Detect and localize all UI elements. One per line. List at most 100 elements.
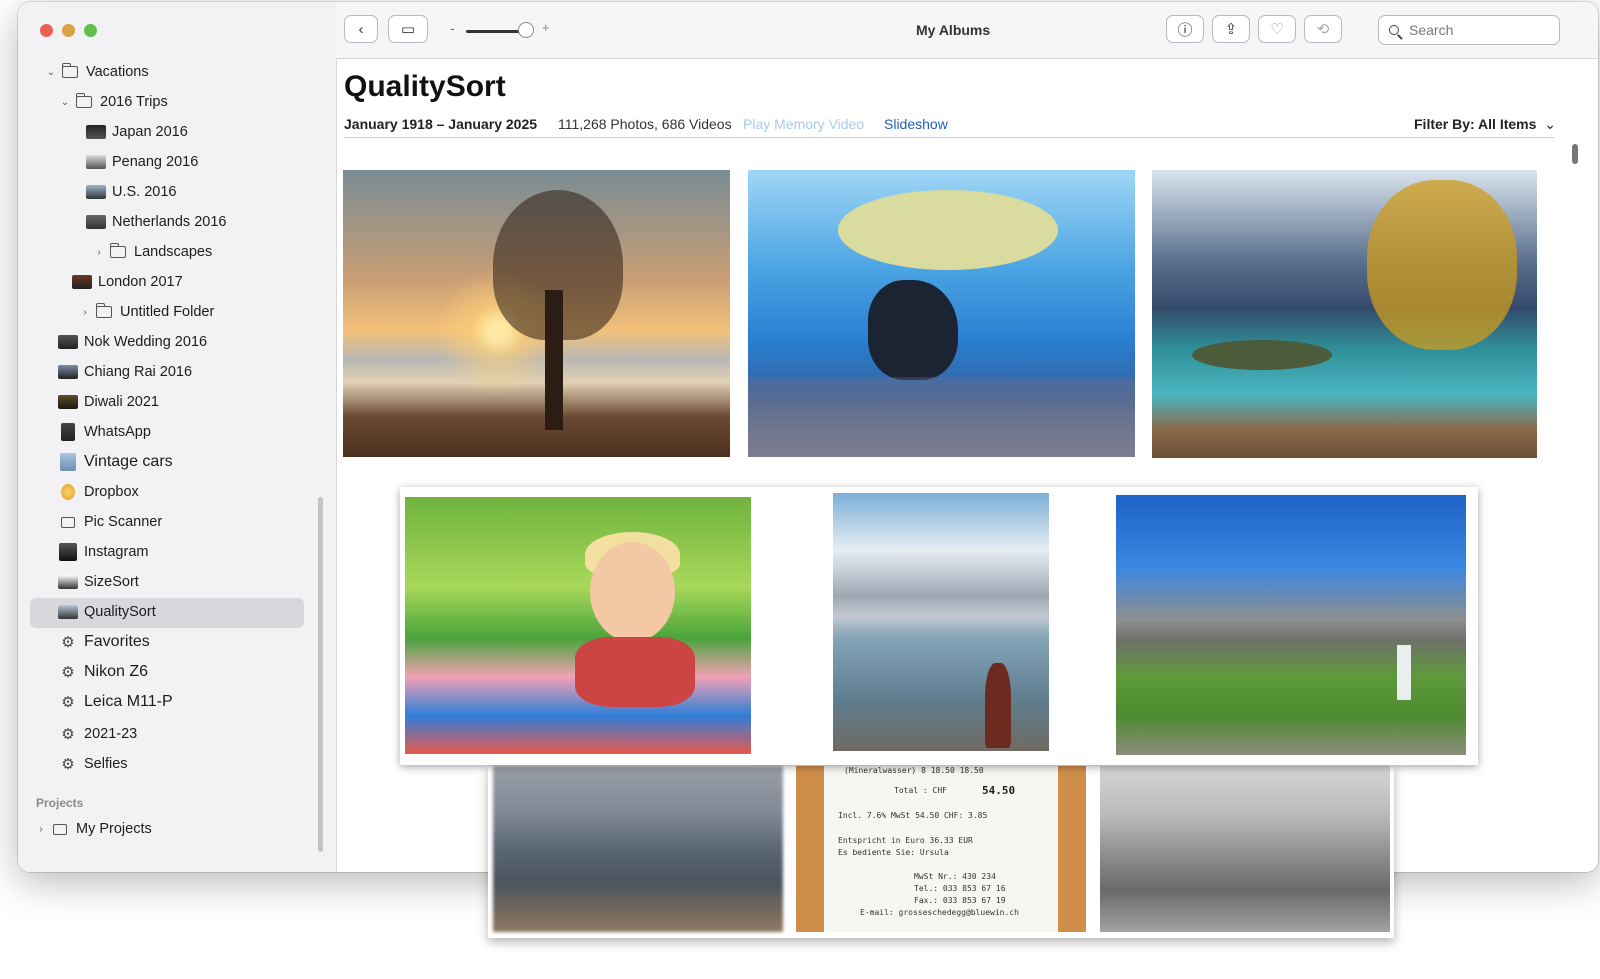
play-memory-video-link[interactable]: Play Memory Video xyxy=(743,116,864,132)
slideshow-mode-button[interactable]: ▭ xyxy=(388,15,428,43)
sidebar-item-sizesort[interactable]: SizeSort xyxy=(58,568,139,596)
sidebar-item-japan-2016[interactable]: Japan 2016 xyxy=(86,118,188,146)
zoom-slider-track[interactable] xyxy=(466,30,524,33)
album-thumbnail-icon xyxy=(58,334,78,350)
album-thumbnail-icon xyxy=(58,364,78,380)
sidebar-item-label: My Projects xyxy=(76,821,152,837)
album-thumbnail-icon xyxy=(58,394,78,410)
sidebar-item-dropbox[interactable]: Dropbox xyxy=(58,478,139,506)
chevron-down-icon[interactable]: ⌄ xyxy=(44,67,58,78)
sidebar-item-penang-2016[interactable]: Penang 2016 xyxy=(86,148,198,176)
chevron-right-icon[interactable]: › xyxy=(92,247,106,258)
section-label-projects: Projects xyxy=(36,796,84,810)
sidebar-item-diwali-2021[interactable]: Diwali 2021 xyxy=(58,388,159,416)
share-icon: ⇪ xyxy=(1224,21,1238,38)
sidebar-item-2021-23[interactable]: ⚙ 2021-23 xyxy=(58,720,137,748)
gear-icon: ⚙ xyxy=(61,693,75,711)
receipt-line: (Mineralwasser) 8 18.50 18.50 xyxy=(844,766,984,775)
photo-receipt[interactable]: (Mineralwasser) 8 18.50 18.50 Total : CH… xyxy=(796,766,1086,932)
zoom-window-button[interactable] xyxy=(84,24,97,37)
chevron-down-icon[interactable]: ⌄ xyxy=(58,97,72,108)
chevron-right-icon[interactable]: › xyxy=(78,307,92,318)
receipt-line: Tel.: 033 853 67 16 xyxy=(914,884,1006,893)
info-button[interactable]: ⓘ xyxy=(1166,15,1204,43)
receipt-total-label: Total : CHF xyxy=(894,786,947,795)
sidebar-item-vacations[interactable]: ⌄ Vacations xyxy=(44,58,149,86)
sidebar-item-chiang-rai-2016[interactable]: Chiang Rai 2016 xyxy=(58,358,192,386)
main-scrollbar[interactable] xyxy=(1572,144,1578,164)
sidebar-item-label: 2016 Trips xyxy=(100,94,168,110)
album-thumbnail-icon xyxy=(86,214,106,230)
sidebar-item-label: Chiang Rai 2016 xyxy=(84,364,193,380)
gear-icon: ⚙ xyxy=(61,755,75,773)
photo-vintage-group[interactable] xyxy=(1100,766,1390,932)
favorite-button[interactable]: ♡ xyxy=(1258,15,1296,43)
receipt-line: Incl. 7.6% MwSt 54.50 CHF: 3.85 xyxy=(838,811,988,820)
album-date-range: January 1918 – January 2025 xyxy=(344,116,538,132)
sidebar-item-label: 2021-23 xyxy=(84,726,138,742)
sidebar-item-label: Japan 2016 xyxy=(112,124,188,140)
turtle-shape xyxy=(838,190,1058,270)
sidebar-item-label: Nok Wedding 2016 xyxy=(84,334,208,350)
sidebar-item-nikon-z6[interactable]: ⚙ Nikon Z6 xyxy=(58,658,148,686)
photo-mountain-lake[interactable] xyxy=(1152,170,1537,458)
sidebar-item-label: Untitled Folder xyxy=(120,304,215,320)
receipt-line: Es bediente Sie: Ursula xyxy=(838,848,949,857)
rotate-button[interactable]: ⟲ xyxy=(1304,15,1342,43)
minimize-window-button[interactable] xyxy=(62,24,75,37)
sidebar-item-leica-m11p[interactable]: ⚙ Leica M11-P xyxy=(58,688,172,716)
sidebar-item-2016-trips[interactable]: ⌄ 2016 Trips xyxy=(58,88,168,116)
sidebar-item-vintage-cars[interactable]: Vintage cars xyxy=(58,448,173,476)
folder-icon xyxy=(60,63,80,80)
sidebar-item-us-2016[interactable]: U.S. 2016 xyxy=(86,178,177,206)
sidebar-item-whatsapp[interactable]: WhatsApp xyxy=(58,418,151,446)
photo-collage-card xyxy=(400,487,1478,765)
autumn-tree-shape xyxy=(1367,180,1517,350)
sidebar-item-nok-wedding-2016[interactable]: Nok Wedding 2016 xyxy=(58,328,207,356)
share-button[interactable]: ⇪ xyxy=(1212,15,1250,43)
folder-icon xyxy=(108,243,128,260)
sidebar-item-qualitysort[interactable]: QualitySort xyxy=(58,598,156,626)
close-window-button[interactable] xyxy=(40,24,53,37)
photo-alpine-waterfall[interactable] xyxy=(1116,495,1466,755)
toolbar-title: My Albums xyxy=(916,22,991,38)
chevron-right-icon[interactable]: › xyxy=(34,824,48,835)
photo-diver-turtle[interactable] xyxy=(748,170,1135,457)
sidebar-item-favorites[interactable]: ⚙ Favorites xyxy=(58,628,150,656)
album-thumbnail-icon xyxy=(86,184,106,200)
heart-icon: ♡ xyxy=(1270,21,1284,38)
window-controls xyxy=(40,24,97,37)
photo-blurred-lake[interactable] xyxy=(493,766,783,932)
album-thumbnail-icon xyxy=(72,274,92,290)
filter-label: Filter By: All Items xyxy=(1414,116,1537,132)
sidebar-item-netherlands-2016[interactable]: Netherlands 2016 xyxy=(86,208,226,236)
back-button[interactable]: ‹ xyxy=(344,15,378,43)
sidebar-scrollbar[interactable] xyxy=(318,497,323,852)
album-thumbnail-icon xyxy=(58,574,78,590)
photo-tree-sunset[interactable] xyxy=(343,170,730,457)
sidebar-item-label: Vacations xyxy=(86,64,149,80)
chevron-down-icon: ⌄ xyxy=(1544,116,1557,132)
album-thumbnail-icon xyxy=(86,124,106,140)
sidebar-item-london-2017[interactable]: London 2017 xyxy=(72,268,183,296)
sidebar-item-label: QualitySort xyxy=(84,604,156,620)
zoom-slider-knob[interactable] xyxy=(518,22,534,38)
slideshow-link[interactable]: Slideshow xyxy=(884,116,948,132)
filter-dropdown[interactable]: Filter By: All Items ⌄ xyxy=(1414,116,1556,133)
diver-shape xyxy=(868,280,958,380)
search-input[interactable]: Search xyxy=(1378,15,1560,45)
rotate-icon: ⟲ xyxy=(1316,21,1330,38)
receipt-total-value: 54.50 xyxy=(982,784,1016,797)
sidebar-item-landscapes[interactable]: › Landscapes xyxy=(92,238,212,266)
sidebar-item-untitled-folder[interactable]: › Untitled Folder xyxy=(78,298,214,326)
tree-trunk xyxy=(545,290,563,430)
info-icon: ⓘ xyxy=(1177,21,1193,39)
sidebar-item-selfies[interactable]: ⚙ Selfies xyxy=(58,750,127,778)
sidebar-item-my-projects[interactable]: › My Projects xyxy=(34,815,152,843)
photo-child-ball-pit[interactable] xyxy=(405,497,751,754)
sidebar-item-pic-scanner[interactable]: Pic Scanner xyxy=(58,508,162,536)
receipt-paper: (Mineralwasser) 8 18.50 18.50 Total : CH… xyxy=(824,766,1058,932)
photo-man-glacier-lake[interactable] xyxy=(833,493,1049,751)
sidebar-item-label: Instagram xyxy=(84,544,149,560)
sidebar-item-instagram[interactable]: Instagram xyxy=(58,538,148,566)
